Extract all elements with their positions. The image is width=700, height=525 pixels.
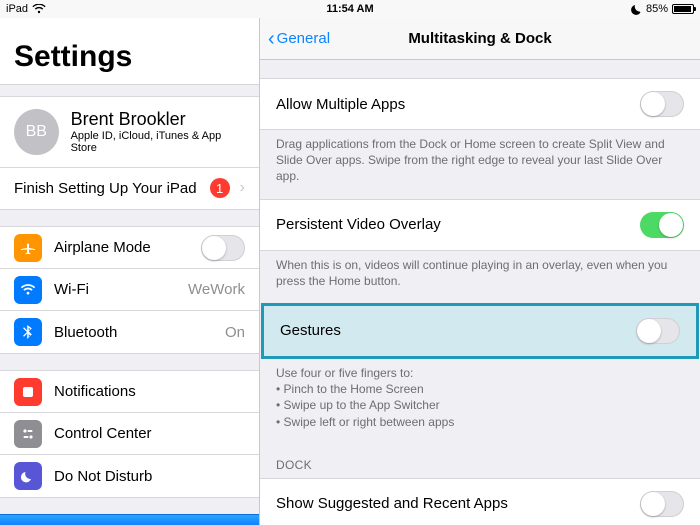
device-label: iPad bbox=[6, 3, 28, 15]
notifications-label: Notifications bbox=[54, 383, 245, 400]
battery-percent: 85% bbox=[646, 3, 668, 15]
sidebar-selected-row-edge[interactable] bbox=[0, 514, 259, 525]
bluetooth-row[interactable]: Bluetooth On bbox=[0, 311, 259, 353]
airplane-icon bbox=[14, 234, 42, 262]
wifi-icon bbox=[32, 4, 46, 14]
pvo-label: Persistent Video Overlay bbox=[276, 216, 640, 233]
bluetooth-icon bbox=[14, 318, 42, 346]
gestures-row[interactable]: Gestures bbox=[264, 306, 696, 356]
suggested-apps-row[interactable]: Show Suggested and Recent Apps bbox=[260, 478, 700, 525]
bluetooth-value: On bbox=[225, 324, 245, 341]
control-center-icon bbox=[14, 420, 42, 448]
apple-id-row[interactable]: BB Brent Brookler Apple ID, iCloud, iTun… bbox=[0, 96, 259, 168]
dnd-moon-icon bbox=[631, 4, 642, 15]
bluetooth-label: Bluetooth bbox=[54, 324, 225, 341]
page-title: Settings bbox=[0, 18, 259, 85]
back-label: General bbox=[277, 30, 330, 47]
gestures-toggle[interactable] bbox=[636, 318, 680, 344]
pvo-toggle[interactable] bbox=[640, 212, 684, 238]
control-center-row[interactable]: Control Center bbox=[0, 413, 259, 455]
gestures-highlight: Gestures bbox=[261, 303, 699, 359]
finish-setup-row[interactable]: Finish Setting Up Your iPad 1 › bbox=[0, 168, 259, 210]
allow-multiple-toggle[interactable] bbox=[640, 91, 684, 117]
wifi-settings-icon bbox=[14, 276, 42, 304]
notifications-icon bbox=[14, 378, 42, 406]
detail-pane: ‹ General Multitasking & Dock Allow Mult… bbox=[260, 18, 700, 525]
status-bar: iPad 11:54 AM 85% bbox=[0, 0, 700, 18]
suggested-label: Show Suggested and Recent Apps bbox=[276, 495, 640, 512]
battery-icon bbox=[672, 4, 694, 14]
dnd-icon bbox=[14, 462, 42, 490]
airplane-label: Airplane Mode bbox=[54, 239, 201, 256]
detail-title: Multitasking & Dock bbox=[408, 30, 551, 47]
allow-multiple-label: Allow Multiple Apps bbox=[276, 96, 640, 113]
allow-multiple-footer: Drag applications from the Dock or Home … bbox=[260, 130, 700, 199]
wifi-row[interactable]: Wi-Fi WeWork bbox=[0, 269, 259, 311]
control-center-label: Control Center bbox=[54, 425, 245, 442]
gestures-bullet: • Pinch to the Home Screen bbox=[276, 381, 684, 397]
finish-setup-badge: 1 bbox=[210, 178, 230, 198]
gestures-footer: Use four or five fingers to: • Pinch to … bbox=[260, 359, 700, 444]
profile-subtitle: Apple ID, iCloud, iTunes & App Store bbox=[71, 130, 245, 154]
airplane-mode-row[interactable]: Airplane Mode bbox=[0, 226, 259, 269]
avatar: BB bbox=[14, 109, 59, 155]
persistent-video-row[interactable]: Persistent Video Overlay bbox=[260, 199, 700, 251]
chevron-left-icon: ‹ bbox=[268, 29, 275, 49]
gestures-bullet: • Swipe left or right between apps bbox=[276, 414, 684, 430]
gestures-label: Gestures bbox=[280, 322, 636, 339]
dock-section-header: DOCK bbox=[260, 444, 700, 478]
notifications-row[interactable]: Notifications bbox=[0, 370, 259, 413]
airplane-toggle[interactable] bbox=[201, 235, 245, 261]
back-button[interactable]: ‹ General bbox=[268, 29, 330, 49]
chevron-right-icon: › bbox=[240, 179, 245, 197]
pvo-footer: When this is on, videos will continue pl… bbox=[260, 251, 700, 303]
wifi-label: Wi-Fi bbox=[54, 281, 188, 298]
profile-name: Brent Brookler bbox=[71, 109, 245, 130]
dnd-label: Do Not Disturb bbox=[54, 468, 245, 485]
gestures-footer-intro: Use four or five fingers to: bbox=[276, 365, 684, 381]
settings-sidebar: Settings BB Brent Brookler Apple ID, iCl… bbox=[0, 18, 260, 525]
gestures-bullet: • Swipe up to the App Switcher bbox=[276, 397, 684, 413]
dnd-row[interactable]: Do Not Disturb bbox=[0, 455, 259, 497]
allow-multiple-apps-row[interactable]: Allow Multiple Apps bbox=[260, 78, 700, 130]
wifi-value: WeWork bbox=[188, 281, 245, 298]
clock: 11:54 AM bbox=[326, 3, 373, 15]
suggested-toggle[interactable] bbox=[640, 491, 684, 517]
finish-setup-label: Finish Setting Up Your iPad bbox=[14, 180, 210, 197]
detail-header: ‹ General Multitasking & Dock bbox=[260, 18, 700, 60]
